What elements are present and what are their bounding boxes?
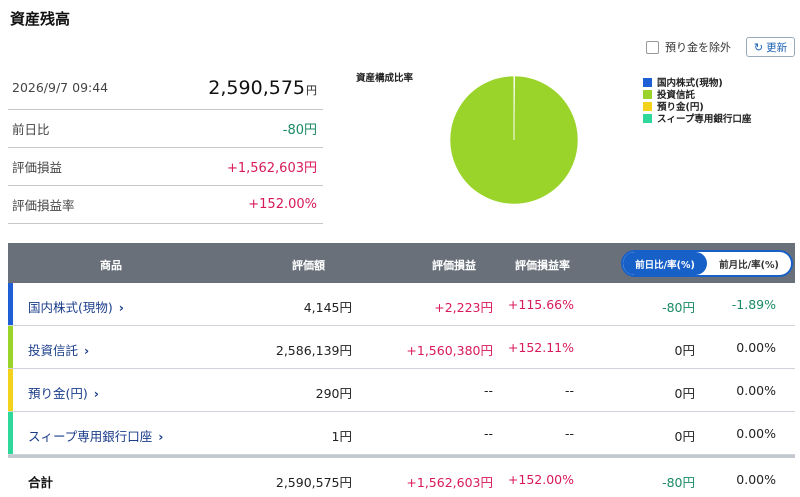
header-product: 商品	[100, 259, 122, 272]
chevron-right-icon: ›	[93, 386, 99, 401]
tab-month-change[interactable]: 前月比/率(%)	[707, 252, 791, 275]
exclude-deposit-label: 預り金を除外	[665, 41, 731, 54]
row-color-bar	[8, 283, 13, 325]
comparison-toggle: 前日比/率(%) 前月比/率(%)	[621, 250, 793, 277]
table-row: スィープ専用銀行口座 › 1円 -- -- 0円 0.00%	[8, 412, 795, 455]
row-product-name: 投資信託	[28, 343, 79, 358]
row-product-name: 預り金(円)	[28, 386, 88, 401]
summary-total-row: 2026/9/7 09:44 2,590,575円	[8, 66, 323, 110]
legend-swatch	[643, 113, 652, 123]
chevron-right-icon: ›	[118, 300, 124, 315]
table-total-row: 合計 2,590,575円 +1,562,603円 +152.00% -80円 …	[8, 458, 795, 497]
summary-row-day-change: 前日比 -80円	[8, 110, 323, 148]
refresh-button[interactable]: ↻ 更新	[746, 37, 795, 57]
row-amount: 1円	[331, 429, 352, 444]
total-day-change: -80円	[662, 475, 695, 490]
legend-swatch	[643, 89, 652, 99]
summary-row-pl-rate: 評価損益率 +152.00%	[8, 186, 323, 224]
row-color-bar	[8, 326, 13, 368]
row-day-rate: 0.00%	[736, 340, 776, 355]
header-pl-rate: 評価損益率	[515, 259, 570, 272]
summary-value: -80円	[282, 123, 317, 138]
chevron-right-icon: ›	[158, 429, 164, 444]
legend-label: スィープ専用銀行口座	[657, 114, 752, 125]
pie-legend: 国内株式(現物) 投資信託 預り金(円) スィープ専用銀行口座	[643, 76, 752, 125]
summary-value: +1,562,603円	[226, 161, 317, 176]
header-pl: 評価損益	[432, 259, 476, 272]
summary-row-unrealized-pl: 評価損益 +1,562,603円	[8, 148, 323, 186]
page-title: 資産残高	[10, 10, 71, 28]
tab-day-change[interactable]: 前日比/率(%)	[623, 252, 707, 275]
exclude-deposit-toggle[interactable]: 預り金を除外	[646, 39, 731, 55]
holdings-table-header: 商品 評価額 評価損益 評価損益率 前日比/率(%) 前月比/率(%)	[8, 243, 795, 283]
row-day-change: -80円	[662, 300, 695, 315]
legend-swatch	[643, 101, 652, 111]
row-pl-rate: +115.66%	[507, 297, 574, 312]
summary-value: +152.00%	[248, 197, 317, 212]
refresh-icon: ↻	[753, 40, 764, 54]
row-pl: +1,560,380円	[406, 343, 493, 358]
table-row: 投資信託 › 2,586,139円 +1,560,380円 +152.11% 0円…	[8, 326, 795, 369]
row-day-rate: 0.00%	[736, 383, 776, 398]
row-pl: --	[483, 383, 493, 398]
summary-total-yen: 円	[306, 83, 317, 97]
row-pl: +2,223円	[434, 300, 493, 315]
total-day-rate: 0.00%	[736, 472, 776, 487]
total-pl-rate: +152.00%	[507, 472, 574, 487]
legend-item: スィープ専用銀行口座	[643, 112, 752, 125]
summary-label: 評価損益率	[12, 198, 75, 213]
summary-label: 前日比	[12, 122, 50, 137]
row-product-name: 国内株式(現物)	[28, 300, 113, 315]
row-pl-rate: --	[564, 426, 574, 441]
row-day-change: 0円	[674, 343, 695, 358]
header-amount: 評価額	[292, 259, 325, 272]
row-day-rate: -1.89%	[731, 297, 776, 312]
refresh-label: 更新	[766, 41, 788, 54]
allocation-pie-chart	[449, 75, 579, 205]
row-pl: --	[483, 426, 493, 441]
row-day-change: 0円	[674, 429, 695, 444]
row-day-change: 0円	[674, 386, 695, 401]
row-amount: 2,586,139円	[275, 343, 352, 358]
summary-panel: 2026/9/7 09:44 2,590,575円 前日比 -80円 評価損益 …	[8, 66, 323, 224]
row-color-bar	[8, 369, 13, 411]
summary-label: 評価損益	[12, 160, 63, 175]
legend-swatch	[643, 77, 652, 87]
row-product-link[interactable]: スィープ専用銀行口座 ›	[28, 426, 163, 445]
row-color-bar	[8, 412, 13, 454]
pie-chart-title: 資産構成比率	[356, 73, 414, 84]
summary-datetime: 2026/9/7 09:44	[12, 80, 109, 95]
row-product-name: スィープ専用銀行口座	[28, 429, 153, 444]
row-amount: 4,145円	[303, 300, 352, 315]
total-label: 合計	[28, 475, 54, 490]
row-pl-rate: +152.11%	[507, 340, 574, 355]
chevron-right-icon: ›	[84, 343, 90, 358]
row-product-link[interactable]: 国内株式(現物) ›	[28, 297, 124, 316]
exclude-deposit-checkbox[interactable]	[646, 40, 659, 54]
row-day-rate: 0.00%	[736, 426, 776, 441]
summary-total-value: 2,590,575	[208, 76, 305, 99]
table-row: 預り金(円) › 290円 -- -- 0円 0.00%	[8, 369, 795, 412]
row-product-link[interactable]: 投資信託 ›	[28, 340, 89, 359]
row-amount: 290円	[315, 386, 352, 401]
row-product-link[interactable]: 預り金(円) ›	[28, 383, 99, 402]
table-row: 国内株式(現物) › 4,145円 +2,223円 +115.66% -80円 -…	[8, 283, 795, 326]
total-pl: +1,562,603円	[406, 475, 493, 490]
total-amount: 2,590,575円	[275, 475, 352, 490]
row-pl-rate: --	[564, 383, 574, 398]
